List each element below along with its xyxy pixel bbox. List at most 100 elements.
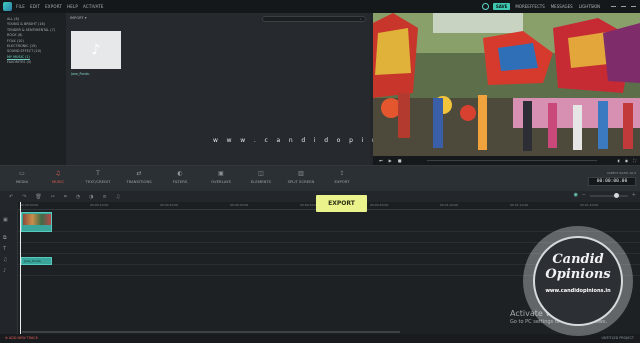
render-preview-icon[interactable]: ◉: [574, 192, 578, 198]
brand-watermark: Candid Opinions www.candidopinions.in: [523, 226, 633, 336]
tab-split-screen[interactable]: ▥ SPLIT SCREEN: [281, 171, 321, 185]
search-input[interactable]: ⌕: [262, 16, 366, 22]
tab-text-credit[interactable]: T TEXT/CREDIT: [78, 170, 118, 185]
audio-settings-icon[interactable]: ♫: [116, 194, 120, 200]
category-item[interactable]: FAVORITES (0): [0, 60, 66, 65]
tab-export[interactable]: ⇪ EXPORT: [322, 170, 362, 185]
zoom-slider[interactable]: [590, 193, 628, 198]
timecode-display: 00:00:00.00: [588, 177, 636, 186]
module-tabs: ▭ MEDIA ♫ MUSIC T TEXT/CREDIT ⇄ TRANSITIONS …: [0, 165, 640, 191]
undo-icon[interactable]: ↶: [9, 194, 13, 200]
play-icon[interactable]: ▶: [389, 158, 392, 163]
import-label: IMPORT: [70, 16, 84, 20]
status-bar: ⊕ ADD NEW TRACK UNTITLED PROJECT: [0, 334, 640, 343]
tab-label: SPLIT SCREEN: [287, 179, 315, 184]
menu-bar-right: SAVE MOREEFFECTS MESSAGES LIGHTSKIN: [481, 0, 636, 13]
overlay-icon: ▣: [218, 170, 224, 177]
preview-tools: ◖ ◉ ⛶: [613, 156, 636, 165]
tab-media[interactable]: ▭ MEDIA: [2, 170, 42, 185]
transition-icon: ⇄: [136, 170, 142, 177]
audio-clip[interactable]: Jane_Pundu: [21, 257, 52, 265]
maximize-icon[interactable]: [621, 6, 626, 7]
brand-url: www.candidopinions.in: [545, 288, 611, 294]
search-icon: ⌕: [360, 17, 362, 21]
text-icon: T: [96, 170, 100, 177]
pip-track-icon[interactable]: ⧉: [3, 235, 7, 241]
export-icon: ⇪: [339, 170, 345, 177]
text-track-icon[interactable]: T: [3, 246, 6, 252]
menu-export[interactable]: EXPORT: [45, 4, 62, 9]
menu-edit[interactable]: EDIT: [30, 4, 40, 9]
ruler-tick: 00:00:30:00: [230, 203, 249, 207]
crop-icon[interactable]: ⌗: [64, 194, 67, 200]
menu-file[interactable]: FILE: [16, 4, 25, 9]
category-list: ALL (6) YOUNG & BRIGHT (16) TENDER & SEN…: [0, 13, 66, 165]
light-skin-link[interactable]: LIGHTSKIN: [579, 4, 600, 9]
playhead[interactable]: [20, 202, 21, 334]
audio-mixer-icon[interactable]: ≡: [103, 194, 107, 200]
color-icon[interactable]: ◑: [89, 194, 93, 200]
aspect-ratio-label: ASPECT RATIO 16:9: [606, 171, 636, 175]
timeline-scrollbar[interactable]: [22, 331, 400, 333]
export-tooltip: EXPORT: [316, 195, 367, 212]
save-button[interactable]: SAVE: [492, 3, 511, 10]
menu-help[interactable]: HELP: [67, 4, 78, 9]
zoom-slider-knob[interactable]: [614, 193, 619, 198]
ruler-tick: 00:00:10:00: [90, 203, 109, 207]
music-note-icon: ♪: [91, 42, 101, 58]
fullscreen-icon[interactable]: ⛶: [633, 158, 636, 163]
app-window: FILE EDIT EXPORT HELP ACTIVATE SAVE MORE…: [0, 0, 640, 343]
add-new-track-label: ADD NEW TRACK: [8, 336, 38, 340]
skip-back-icon[interactable]: ⏮: [379, 158, 383, 163]
tab-overlays[interactable]: ▣ OVERLAYS: [201, 170, 241, 185]
festival-photo: [373, 13, 640, 156]
ruler-tick: 00:01:00:00: [440, 203, 459, 207]
brand-badge: Candid Opinions www.candidopinions.in: [533, 236, 623, 326]
redo-icon[interactable]: ↷: [22, 194, 26, 200]
project-name: UNTITLED PROJECT: [601, 336, 634, 340]
video-clip[interactable]: [21, 212, 52, 232]
video-track-icon[interactable]: ▣: [3, 217, 8, 223]
brand-line-2: Opinions: [545, 267, 611, 282]
media-thumbnail[interactable]: ♪: [71, 31, 121, 69]
ruler-tick: 00:00:50:00: [370, 203, 389, 207]
speed-icon[interactable]: ◔: [76, 194, 80, 200]
zoom-out-icon[interactable]: −: [582, 192, 586, 198]
menu-bar: FILE EDIT EXPORT HELP ACTIVATE SAVE MORE…: [0, 0, 640, 13]
track-headers: ▣ ⧉ T ♫ ♪: [0, 210, 18, 334]
close-icon[interactable]: [631, 6, 636, 7]
app-logo-icon: [3, 2, 12, 11]
volume-icon[interactable]: ◖: [618, 158, 620, 163]
tab-label: TEXT/CREDIT: [85, 179, 111, 184]
audio-track-icon[interactable]: ♪: [3, 268, 6, 274]
more-effects-link[interactable]: MOREEFFECTS: [515, 4, 544, 9]
playback-progress[interactable]: [427, 160, 597, 161]
ruler-tick: 00:00:00:00: [20, 203, 39, 207]
import-dropdown[interactable]: IMPORT ▾: [70, 16, 87, 20]
tab-elements[interactable]: ◫ ELEMENTS: [241, 170, 281, 185]
account-icon[interactable]: [481, 3, 489, 10]
tab-label: FILTERS: [172, 179, 188, 184]
preview-video: [373, 13, 640, 156]
snapshot-icon[interactable]: ◉: [625, 158, 629, 163]
tab-label: MUSIC: [51, 179, 65, 184]
audio-clip-label: Jane_Pundu: [24, 259, 42, 263]
tab-music[interactable]: ♫ MUSIC: [38, 171, 78, 185]
tab-transitions[interactable]: ⇄ TRANSITIONS: [119, 170, 159, 185]
ruler-tick: 00:00:20:00: [160, 203, 179, 207]
cut-icon[interactable]: ✂: [51, 194, 55, 200]
messages-link[interactable]: MESSAGES: [551, 4, 573, 9]
stop-icon[interactable]: ■: [398, 158, 402, 163]
zoom-in-icon[interactable]: +: [632, 192, 636, 198]
timecode-box: ASPECT RATIO 16:9 00:00:00.00: [588, 171, 636, 186]
tab-filters[interactable]: ◐ FILTERS: [160, 171, 200, 185]
delete-icon[interactable]: 🗑: [35, 194, 41, 200]
minimize-icon[interactable]: [611, 6, 616, 7]
folder-icon: ▭: [19, 170, 25, 177]
add-new-track-button[interactable]: ⊕ ADD NEW TRACK: [5, 336, 38, 340]
menu-activate[interactable]: ACTIVATE: [83, 4, 104, 9]
music-track-icon[interactable]: ♫: [3, 257, 7, 263]
elements-icon: ◫: [258, 170, 264, 177]
ruler-tick: 00:01:10:00: [510, 203, 529, 207]
video-track[interactable]: [18, 210, 640, 232]
